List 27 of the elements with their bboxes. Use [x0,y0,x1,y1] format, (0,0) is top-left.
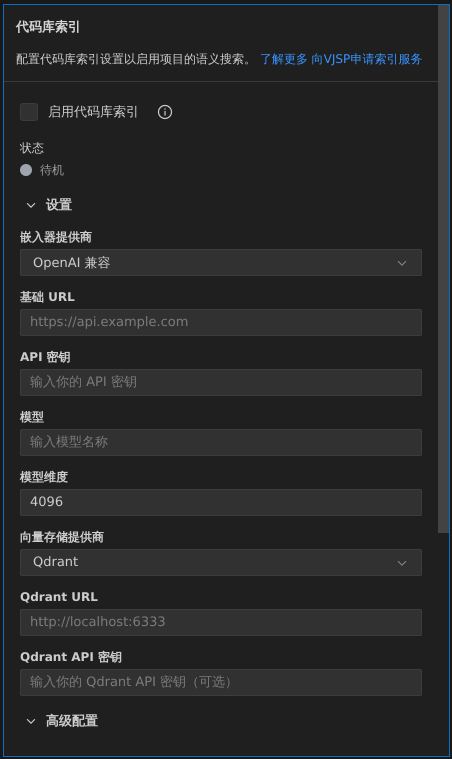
status-label: 状态 [20,140,45,157]
link[interactable]: 了解更多 [260,52,308,66]
dropdown[interactable]: OpenAI 兼容 [20,249,422,276]
input-field[interactable]: http://localhost:6333 [20,609,422,636]
field-label: 模型维度 [20,469,69,485]
checkbox-label: 启用代码库索引 [48,104,139,121]
input-field[interactable]: 4096 [20,489,422,516]
link[interactable]: 向VJSP申请索引服务 [312,52,422,66]
field-label: 向量存储提供商 [20,529,105,545]
input-field[interactable]: 输入模型名称 [20,429,422,456]
input-field[interactable]: 输入你的 API 密钥 [20,369,422,396]
field-label: Qdrant URL [20,589,99,605]
info-icon[interactable] [157,104,173,120]
section-header[interactable]: 高级配置 [20,710,98,732]
field-label: 基础 URL [20,289,76,305]
input-field[interactable]: https://api.example.com [20,309,422,336]
description-text: 配置代码库索引设置以启用项目的语义搜索。 了解更多 向VJSP申请索引服务 [16,51,424,68]
dropdown[interactable]: Qdrant [20,549,422,576]
section-header[interactable]: 设置 [20,194,72,216]
field-label: Qdrant API 密钥 [20,649,123,665]
field-label: API 密钥 [20,349,72,365]
field-label: 模型 [20,409,45,425]
input-field[interactable]: 输入你的 Qdrant API 密钥（可选） [20,669,422,696]
panel-title: 代码库索引 [16,18,82,37]
checkbox[interactable] [20,103,38,121]
field-label: 嵌入器提供商 [20,229,93,245]
status-text: 待机 [40,162,64,178]
